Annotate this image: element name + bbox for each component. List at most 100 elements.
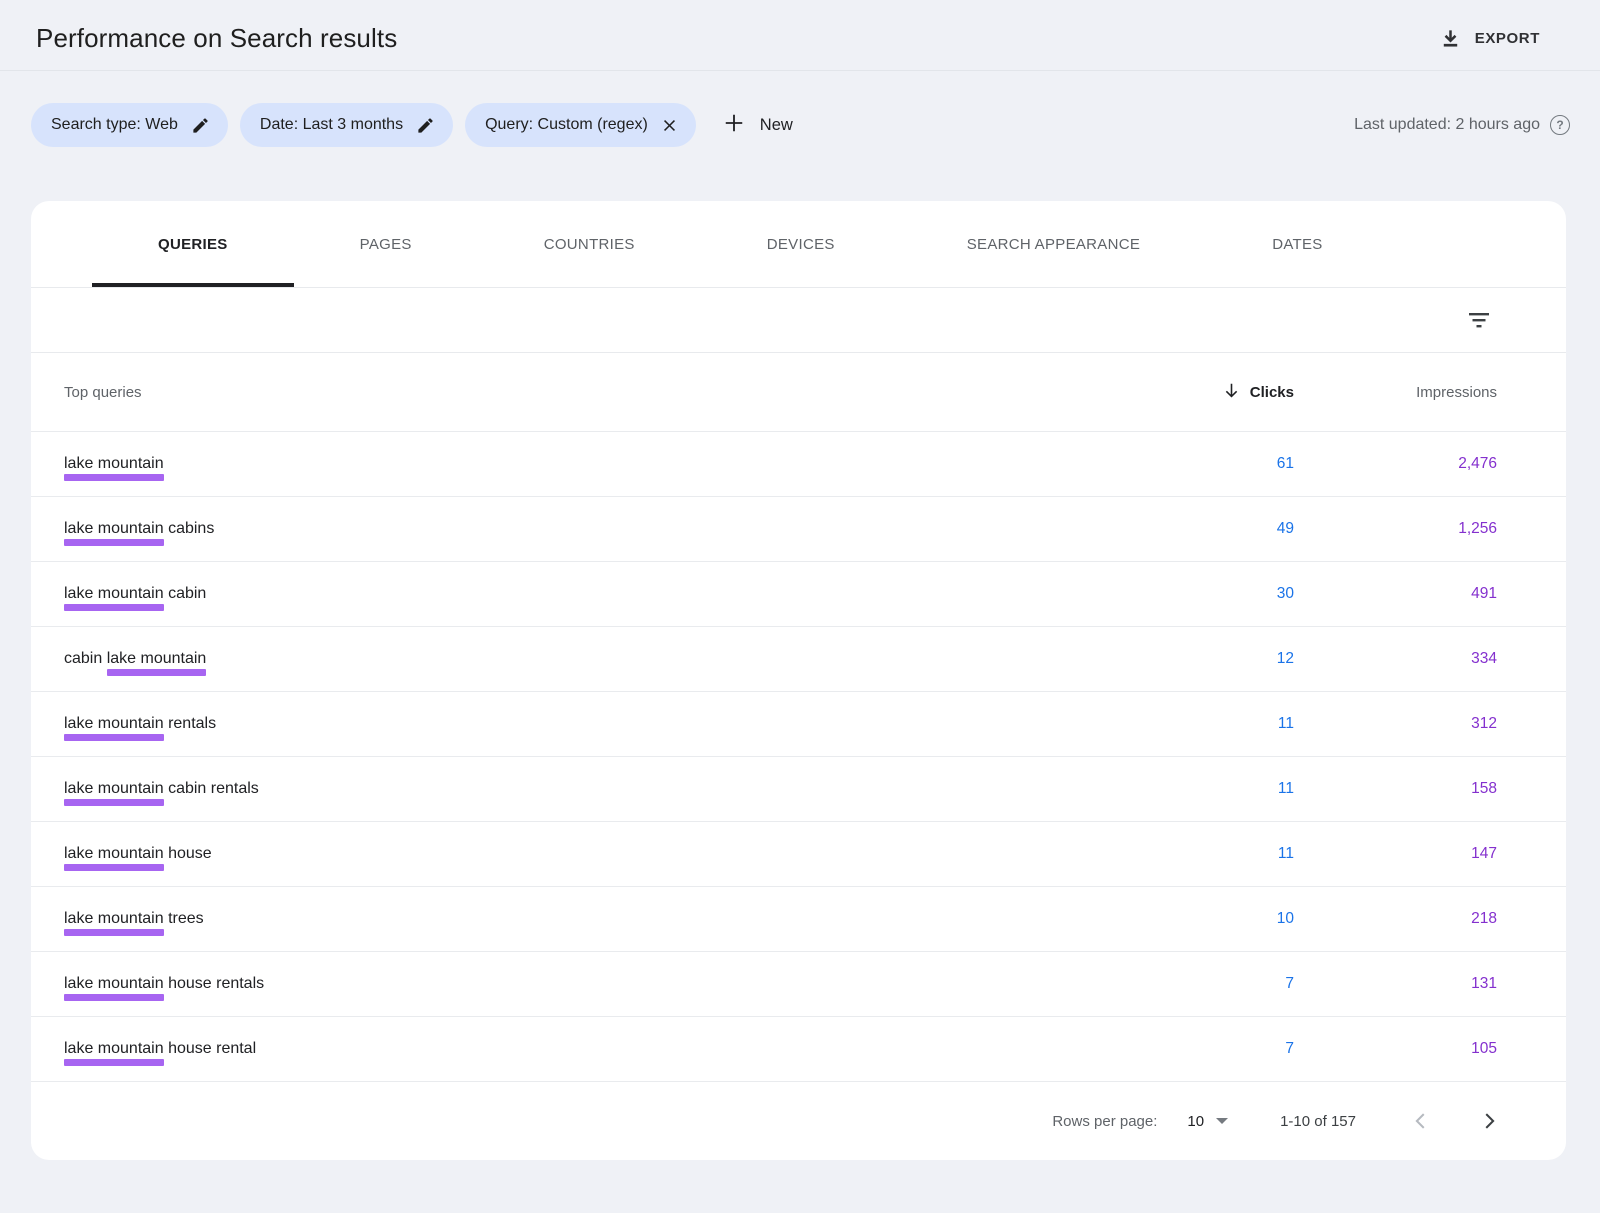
clicks-cell: 7 [1285,975,1294,993]
query-match-highlight: lake mountain [64,585,164,602]
rows-per-page-label: Rows per page: [1052,1113,1157,1130]
clicks-cell: 10 [1277,910,1294,928]
query-cell[interactable]: lake mountain house rentals [64,975,1285,993]
query-match-highlight: lake mountain [64,910,164,927]
query-match-highlight: lake mountain [64,1040,164,1057]
column-header-clicks[interactable]: Clicks [1222,381,1294,404]
query-text: house [164,845,212,862]
pagination-range: 1-10 of 157 [1280,1113,1356,1130]
impressions-cell: 131 [1294,975,1497,993]
tab-devices[interactable]: DEVICES [701,201,901,287]
page-title: Performance on Search results [36,23,397,54]
impressions-cell: 1,256 [1294,520,1497,538]
query-text: rentals [164,715,216,732]
column-header-top-queries[interactable]: Top queries [64,384,1222,401]
clicks-cell: 11 [1278,780,1294,798]
tab-pages[interactable]: PAGES [294,201,478,287]
export-label: EXPORT [1475,30,1540,47]
close-icon[interactable] [661,117,678,134]
query-match-highlight: lake mountain [64,780,164,797]
table-row[interactable]: cabin lake mountain 12 334 [31,626,1566,691]
chip-date-label: Date: Last 3 months [260,116,403,134]
table-row[interactable]: lake mountain 61 2,476 [31,431,1566,496]
clicks-cell: 11 [1278,715,1294,733]
tab-search-appearance[interactable]: SEARCH APPEARANCE [901,201,1206,287]
filter-bars-icon[interactable] [1460,306,1498,335]
query-cell[interactable]: cabin lake mountain [64,650,1277,668]
query-match-highlight: lake mountain [64,520,164,537]
impressions-cell: 2,476 [1294,455,1497,473]
table-row[interactable]: lake mountain cabin 30 491 [31,561,1566,626]
table-row[interactable]: lake mountain house 11 147 [31,821,1566,886]
plus-icon [723,112,745,139]
download-icon [1439,27,1462,50]
query-text: cabin [164,585,207,602]
query-cell[interactable]: lake mountain cabins [64,520,1277,538]
pencil-icon[interactable] [416,116,435,135]
column-header-clicks-label: Clicks [1250,384,1294,401]
chip-query-regex-label: Query: Custom (regex) [485,116,648,134]
table-row[interactable]: lake mountain house rental 7 105 [31,1016,1566,1081]
filter-chips: Search type: Web Date: Last 3 months Que… [31,103,696,147]
rows-per-page-value[interactable]: 10 [1187,1113,1204,1130]
query-match-highlight: lake mountain [64,715,164,732]
table-row[interactable]: lake mountain rentals 11 312 [31,691,1566,756]
table-row[interactable]: lake mountain house rentals 7 131 [31,951,1566,1016]
table-body: lake mountain 61 2,476 lake mountain cab… [31,431,1566,1081]
tab-dates[interactable]: DATES [1206,201,1388,287]
chevron-right-icon[interactable] [1478,1110,1500,1132]
clicks-cell: 49 [1277,520,1294,538]
table-row[interactable]: lake mountain cabin rentals 11 158 [31,756,1566,821]
question-circle-icon[interactable]: ? [1550,115,1570,135]
filter-bar: Search type: Web Date: Last 3 months Que… [31,103,1570,147]
chip-date[interactable]: Date: Last 3 months [240,103,453,147]
new-filter-label: New [760,116,793,135]
last-updated-text: Last updated: 2 hours ago [1354,116,1540,134]
tab-countries[interactable]: COUNTRIES [478,201,701,287]
impressions-cell: 158 [1294,780,1497,798]
impressions-cell: 105 [1294,1040,1497,1058]
query-cell[interactable]: lake mountain cabin rentals [64,780,1278,798]
table-row[interactable]: lake mountain cabins 49 1,256 [31,496,1566,561]
new-filter-button[interactable]: New [723,112,793,139]
query-text: house rental [164,1040,257,1057]
chip-query-regex[interactable]: Query: Custom (regex) [465,103,696,147]
query-cell[interactable]: lake mountain trees [64,910,1277,928]
query-text: house rentals [164,975,265,992]
query-text: trees [164,910,204,927]
tab-queries[interactable]: QUERIES [92,201,294,287]
chip-search-type[interactable]: Search type: Web [31,103,228,147]
arrow-down-icon [1222,381,1241,404]
clicks-cell: 12 [1277,650,1294,668]
impressions-cell: 147 [1294,845,1497,863]
clicks-cell: 11 [1278,845,1294,863]
table-row[interactable]: lake mountain trees 10 218 [31,886,1566,951]
chip-search-type-label: Search type: Web [51,116,178,134]
table-toolbar [31,288,1566,353]
impressions-cell: 312 [1294,715,1497,733]
export-button[interactable]: EXPORT [1439,27,1540,50]
query-cell[interactable]: lake mountain house rental [64,1040,1285,1058]
table-footer: Rows per page: 10 1-10 of 157 [31,1081,1566,1160]
page-header: Performance on Search results EXPORT [0,0,1600,71]
query-cell[interactable]: lake mountain [64,455,1277,473]
query-match-highlight: lake mountain [64,845,164,862]
pencil-icon[interactable] [191,116,210,135]
column-header-impressions[interactable]: Impressions [1294,384,1497,401]
clicks-cell: 7 [1285,1040,1294,1058]
performance-table-card: QUERIES PAGES COUNTRIES DEVICES SEARCH A… [31,201,1566,1160]
chevron-left-icon[interactable] [1410,1110,1432,1132]
query-text: cabin rentals [164,780,259,797]
table-header-row: Top queries Clicks Impressions [31,353,1566,431]
clicks-cell: 30 [1277,585,1294,603]
query-match-highlight: lake mountain [107,650,207,667]
query-cell[interactable]: lake mountain rentals [64,715,1278,733]
query-cell[interactable]: lake mountain house [64,845,1278,863]
query-text: cabins [164,520,215,537]
triangle-down-icon[interactable] [1216,1118,1228,1124]
impressions-cell: 218 [1294,910,1497,928]
query-text: cabin [64,650,107,667]
last-updated: Last updated: 2 hours ago ? [1354,115,1570,135]
query-cell[interactable]: lake mountain cabin [64,585,1277,603]
query-match-highlight: lake mountain [64,975,164,992]
